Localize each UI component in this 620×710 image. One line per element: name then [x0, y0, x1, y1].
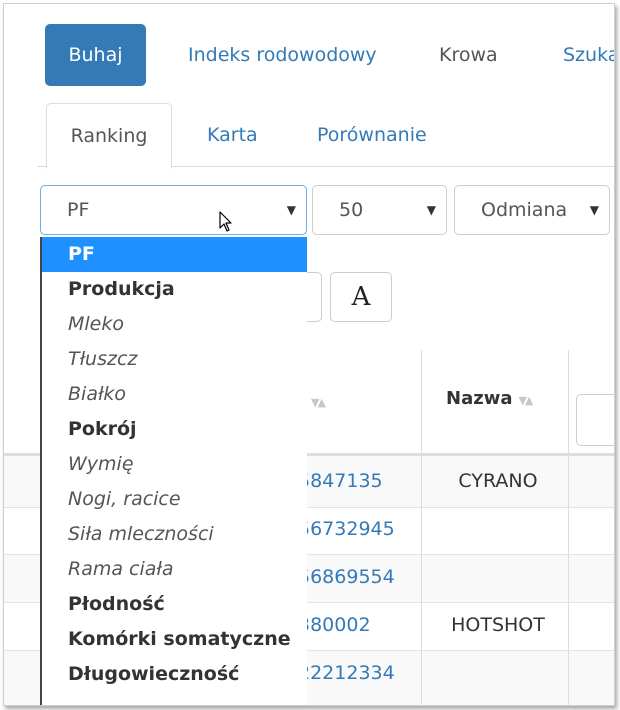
- app-window: Buhaj Indeks rodowodowy Krowa Szuka Rank…: [3, 3, 615, 706]
- sort-icon[interactable]: ▼▲: [518, 394, 533, 407]
- table-col-border: [568, 350, 569, 705]
- tab-ranking[interactable]: Ranking: [46, 103, 172, 169]
- trait-select[interactable]: PF ▼: [40, 185, 307, 235]
- table-cell-id[interactable]: 5847135: [298, 470, 383, 492]
- dropdown-option-group[interactable]: Pokrój: [42, 412, 307, 447]
- variety-select-value: Odmiana: [481, 199, 568, 221]
- dropdown-option[interactable]: Nogi, racice: [42, 482, 307, 517]
- dropdown-option-group[interactable]: Długowieczność: [42, 657, 307, 692]
- dropdown-option[interactable]: Białko: [42, 377, 307, 412]
- table-col-border: [421, 350, 422, 705]
- dropdown-option-group[interactable]: Płodność: [42, 587, 307, 622]
- nav-pill-krowa[interactable]: Krowa: [439, 24, 498, 86]
- tab-karta[interactable]: Karta: [207, 103, 258, 167]
- trait-dropdown-list: PF Produkcja Mleko Tłuszcz Białko Pokrój…: [40, 237, 307, 705]
- nav-pill-indeks-rodowodowy[interactable]: Indeks rodowodowy: [188, 24, 377, 86]
- nav-pill-szukaj[interactable]: Szuka: [563, 24, 614, 86]
- mouse-cursor-icon: [219, 211, 232, 232]
- column-header-label: Nazwa: [446, 388, 513, 409]
- table-cell-id[interactable]: 380002: [298, 614, 371, 636]
- dropdown-option-group[interactable]: Produkcja: [42, 272, 307, 307]
- dropdown-option[interactable]: Tłuszcz: [42, 342, 307, 377]
- dropdown-option[interactable]: Siła mleczności: [42, 517, 307, 552]
- dropdown-option-group[interactable]: Komórki somatyczne: [42, 622, 307, 657]
- tab-porownanie[interactable]: Porównanie: [317, 103, 427, 167]
- dropdown-option[interactable]: Rama ciała: [42, 552, 307, 587]
- dropdown-option[interactable]: Mleko: [42, 307, 307, 342]
- font-size-button[interactable]: A: [330, 272, 392, 322]
- count-select-value: 50: [339, 199, 364, 221]
- chevron-down-icon: ▼: [589, 203, 599, 217]
- table-cell-id[interactable]: 56732945: [298, 518, 395, 540]
- column-filter-input[interactable]: [576, 394, 614, 446]
- trait-select-value: PF: [67, 199, 90, 221]
- table-cell-name: CYRANO: [458, 470, 538, 492]
- variety-select[interactable]: Odmiana ▼: [454, 185, 610, 235]
- column-header-nazwa[interactable]: Nazwa ▼▲: [446, 388, 533, 409]
- dropdown-option[interactable]: Wymię: [42, 447, 307, 482]
- chevron-down-icon: ▼: [426, 203, 436, 217]
- table-cell-id[interactable]: 22212334: [298, 662, 395, 684]
- nav-pill-buhaj[interactable]: Buhaj: [45, 24, 146, 86]
- table-cell-id[interactable]: 56869554: [298, 566, 395, 588]
- sort-icon[interactable]: ▼▲: [311, 396, 326, 409]
- count-select[interactable]: 50 ▼: [312, 185, 447, 235]
- dropdown-option[interactable]: PF: [42, 237, 307, 272]
- chevron-down-icon: ▼: [286, 203, 296, 217]
- table-cell-name: HOTSHOT: [451, 614, 545, 636]
